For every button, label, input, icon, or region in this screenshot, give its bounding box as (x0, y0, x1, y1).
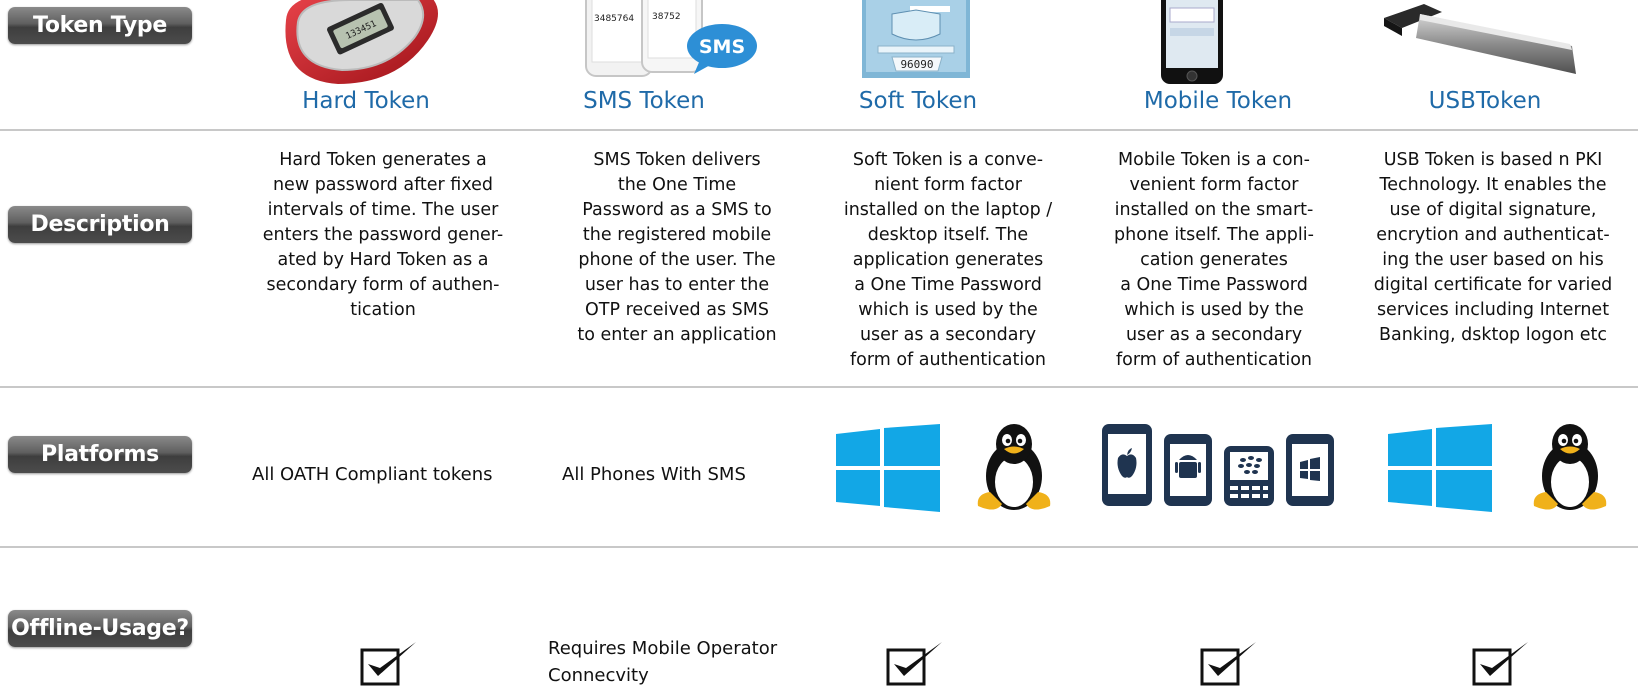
row-label-platforms: Platforms (8, 436, 192, 473)
row-label-token-type: Token Type (8, 7, 192, 44)
column-title-sms-token: SMS Token (583, 88, 705, 114)
offline-line: Requires Mobile Operator (548, 638, 778, 659)
linux-penguin-icon (977, 424, 1051, 510)
row-label-description: Description (8, 206, 192, 243)
description-line: enters the password gener- (262, 225, 504, 245)
description-line: which is used by the (1124, 300, 1304, 320)
description-line: Mobile Token is a con- (1118, 150, 1310, 170)
checkbox-checked-icon (360, 642, 416, 686)
mobile-token-phone-icon (1161, 0, 1223, 84)
description-line: new password after fixed (272, 175, 494, 195)
description-mobile-token: Mobile Token is a con- venient form fact… (1088, 148, 1340, 373)
description-usb-token: USB Token is based n PKI Technology. It … (1352, 148, 1634, 348)
sms-phone-text-1: 3485764 (594, 14, 634, 24)
row-divider (0, 129, 1638, 131)
windows-logo-icon (1388, 424, 1492, 512)
row-divider (0, 386, 1638, 388)
description-line: venient form factor (1129, 175, 1299, 195)
sms-phone-text-2: 38752 (652, 12, 681, 22)
description-line: services including Internet (1376, 300, 1610, 320)
column-title-hard-token: Hard Token (302, 88, 430, 114)
windows-logo-icon (836, 424, 940, 512)
description-sms-token: SMS Token delivers the One Time Password… (548, 148, 806, 348)
blackberry-phone-icon (1224, 446, 1274, 506)
sms-phones-icon: 3485764 38752 SMS (585, 0, 757, 77)
description-line: user as a secondary (859, 325, 1037, 345)
column-title-soft-token: Soft Token (858, 88, 978, 114)
mobile-platforms-icon-group (1102, 424, 1334, 506)
column-title-usb-token: USBToken (1428, 88, 1542, 114)
soft-token-code: 96090 (900, 58, 933, 71)
description-line: installed on the laptop / (843, 200, 1053, 220)
checkbox-checked-icon (886, 642, 942, 686)
description-line: phone itself. The appli- (1114, 225, 1314, 245)
row-label-offline-usage: Offline-Usage? (8, 610, 192, 647)
description-line: nient form factor (874, 175, 1022, 195)
platform-hard-token: All OATH Compliant tokens (252, 464, 493, 485)
description-line: USB Token is based n PKI (1383, 150, 1603, 170)
description-line: desktop itself. The (867, 225, 1029, 245)
description-line: application generates (852, 250, 1044, 270)
linux-penguin-icon (1533, 424, 1607, 510)
checkbox-checked-icon (1200, 642, 1256, 686)
description-line: ated by Hard Token as a (277, 250, 489, 270)
ios-phone-icon (1102, 424, 1152, 506)
usb-token-icon (1384, 4, 1576, 74)
description-line: Hard Token generates a (279, 150, 487, 170)
description-line: user as a secondary (1125, 325, 1303, 345)
offline-sms-token: Requires Mobile Operator Connecvity (548, 635, 777, 689)
description-line: use of digital signature, (1389, 200, 1597, 220)
description-line: user has to enter the (584, 275, 770, 295)
description-line: Banking, dsktop logon etc (1378, 325, 1608, 345)
hard-token-device-icon: 133451 (285, 0, 438, 84)
description-line: the One Time (617, 175, 737, 195)
description-line: digital certificate for varied (1373, 275, 1613, 295)
description-line: phone of the user. The (578, 250, 776, 270)
description-line: OTP received as SMS (585, 300, 769, 320)
description-line: a One Time Password (1120, 275, 1308, 295)
platform-sms-token: All Phones With SMS (562, 464, 746, 485)
android-phone-icon (1164, 434, 1212, 506)
description-hard-token: Hard Token generates a new password afte… (236, 148, 530, 323)
description-line: intervals of time. The user (267, 200, 499, 220)
description-line: form of authentication (1115, 350, 1312, 370)
soft-token-screen-icon: 96090 (862, 0, 970, 78)
sms-badge: SMS (699, 36, 745, 58)
description-line: cation generates (1140, 250, 1288, 270)
description-line: Technology. It enables the (1379, 175, 1607, 195)
description-line: Soft Token is a conve- (852, 150, 1044, 170)
description-line: encrytion and authenticat- (1376, 225, 1610, 245)
description-soft-token: Soft Token is a conve- nient form factor… (812, 148, 1084, 373)
offline-line: Connecvity (548, 665, 649, 686)
windows-phone-icon (1286, 434, 1334, 506)
description-line: a One Time Password (854, 275, 1042, 295)
description-line: form of authentication (849, 350, 1046, 370)
row-divider (0, 546, 1638, 548)
description-line: secondary form of authen- (266, 275, 500, 295)
column-title-mobile-token: Mobile Token (1143, 88, 1293, 114)
description-line: to enter an application (577, 325, 777, 345)
description-line: ing the user based on his (1382, 250, 1604, 270)
description-line: tication (350, 300, 416, 320)
description-line: SMS Token delivers (593, 150, 761, 170)
checkbox-checked-icon (1472, 642, 1528, 686)
description-line: the registered mobile (582, 225, 772, 245)
description-line: Password as a SMS to (582, 200, 772, 220)
description-line: installed on the smart- (1114, 200, 1314, 220)
description-line: which is used by the (858, 300, 1038, 320)
